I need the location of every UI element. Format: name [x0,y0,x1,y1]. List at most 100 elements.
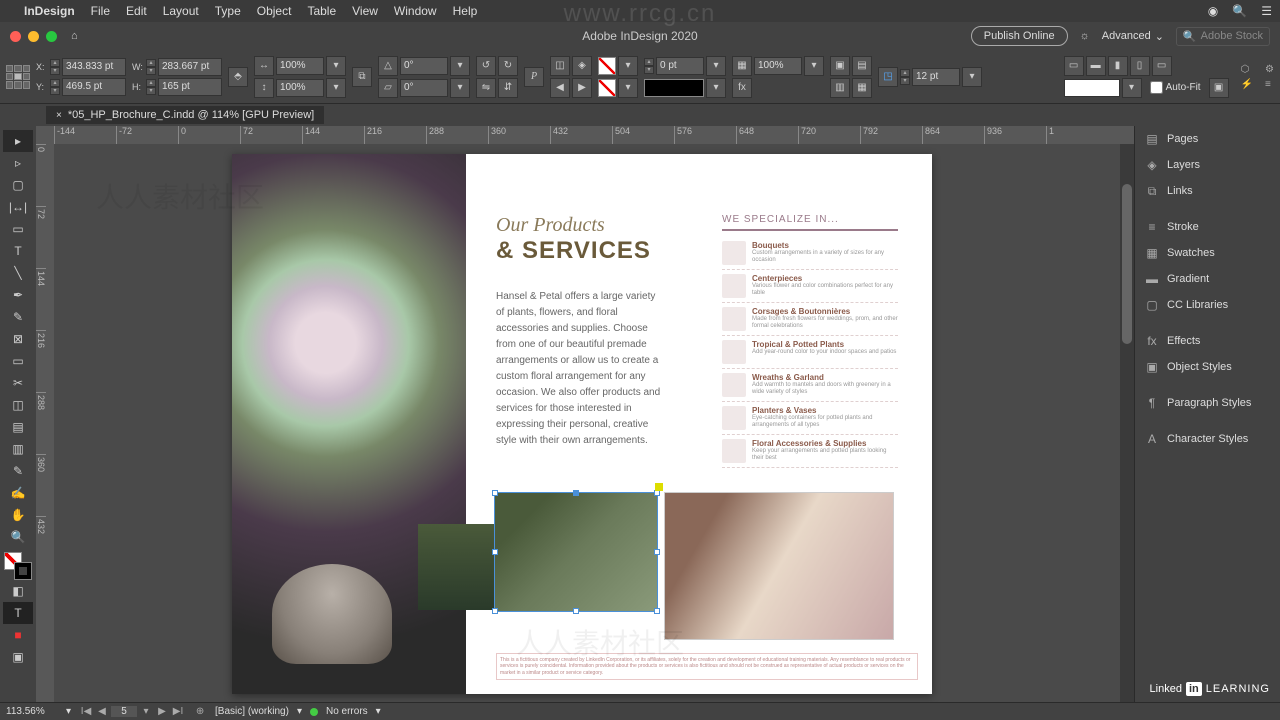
bridge-icon[interactable]: ⬡ [1241,64,1253,75]
select-next-icon[interactable]: ▶ [572,78,592,98]
home-icon[interactable]: ⌂ [71,30,78,42]
scissors-tool[interactable]: ✂ [3,372,33,394]
fill-swatch[interactable] [598,57,616,75]
preflight-profile[interactable]: [Basic] (working) [215,706,289,717]
dropdown-icon[interactable]: ▾ [326,78,346,98]
stroke-swatch[interactable] [598,79,616,97]
document-canvas[interactable]: -144-72072144216288360432504576648720792… [36,126,1134,702]
pages-panel-tab[interactable]: ▤Pages [1135,126,1280,152]
resize-handle[interactable] [492,608,498,614]
tips-icon[interactable]: ☼ [1080,30,1090,42]
small-photo-frame[interactable] [418,524,494,610]
autofit-checkbox[interactable]: Auto-Fit [1150,81,1201,94]
chevron-down-icon[interactable]: ▾ [376,706,381,717]
preflight-errors[interactable]: No errors [326,706,368,717]
fill-frame-icon[interactable]: ▮ [1108,56,1128,76]
ruler-origin[interactable] [36,126,54,144]
menu-object[interactable]: Object [257,4,292,18]
cc-libraries-panel-tab[interactable]: ▢CC Libraries [1135,292,1280,318]
rotate-cw-icon[interactable]: ↻ [498,56,518,76]
publish-online-button[interactable]: Publish Online [971,26,1068,46]
wrap-shape-icon[interactable]: ▥ [830,78,850,98]
link-scale-icon[interactable]: ⧉ [352,67,372,87]
wrap-jump-icon[interactable]: ▦ [852,78,872,98]
selection-tool[interactable]: ▸ [3,130,33,152]
swatches-panel-tab[interactable]: ▦Swatches [1135,240,1280,266]
zoom-level[interactable]: 113.56% [6,706,58,717]
object-style-select[interactable] [1064,79,1120,97]
panel-menu-icon[interactable]: ≡ [1265,79,1274,90]
height-input[interactable] [158,78,222,96]
dropdown-icon[interactable]: ▾ [706,56,726,76]
dropdown-icon[interactable]: ▾ [450,78,470,98]
gradient-feather-tool[interactable]: ▥ [3,438,33,460]
fit-prop-icon[interactable]: ▭ [1152,56,1172,76]
photo-frame-right[interactable] [664,492,894,640]
document-spread[interactable]: Our Products & SERVICES Hansel & Petal o… [232,154,932,694]
default-fill-stroke-icon[interactable]: ◧ [3,580,33,602]
reference-point-proxy[interactable] [6,65,30,89]
selected-image-frame[interactable] [494,492,658,612]
zoom-window-button[interactable] [46,31,57,42]
stroke-panel-tab[interactable]: ≡Stroke [1135,214,1280,240]
fill-stroke-proxy[interactable] [4,552,32,580]
links-panel-tab[interactable]: ⧉Links [1135,178,1280,204]
object-styles-panel-tab[interactable]: ▣Object Styles [1135,354,1280,380]
chevron-down-icon[interactable]: ▾ [297,706,302,717]
menu-edit[interactable]: Edit [126,4,147,18]
wrap-bbox-icon[interactable]: ▤ [852,56,872,76]
dropdown-icon[interactable]: ▾ [962,67,982,87]
eyedropper-tool[interactable]: ✍ [3,482,33,504]
spotlight-search-icon[interactable]: 🔍 [1232,4,1247,18]
gap-input[interactable] [912,68,960,86]
specialize-frame[interactable]: WE SPECIALIZE IN... BouquetsCustom arran… [722,214,898,468]
center-content-icon[interactable]: ▯ [1130,56,1150,76]
body-text-frame[interactable]: Hansel & Petal offers a large variety of… [496,289,666,449]
close-tab-icon[interactable]: × [56,110,62,121]
dropdown-icon[interactable]: ▾ [706,78,726,98]
close-window-button[interactable] [10,31,21,42]
x-position-input[interactable] [62,58,126,76]
menu-view[interactable]: View [352,4,378,18]
minimize-window-button[interactable] [28,31,39,42]
flip-v-icon[interactable]: ⇵ [498,78,518,98]
resize-handle[interactable] [654,608,660,614]
workspace-switcher[interactable]: Advanced⌄ [1102,30,1164,43]
chevron-down-icon[interactable]: ▾ [66,706,71,717]
pen-tool[interactable]: ✒ [3,284,33,306]
select-prev-icon[interactable]: ◀ [550,78,570,98]
menu-layout[interactable]: Layout [163,4,199,18]
resize-handle[interactable] [573,490,579,496]
layers-panel-tab[interactable]: ◈Layers [1135,152,1280,178]
stroke-style-select[interactable] [644,79,704,97]
next-page-button[interactable]: ▶ [155,706,169,717]
scroll-thumb[interactable] [1122,184,1132,344]
select-container-icon[interactable]: ◫ [550,56,570,76]
menu-type[interactable]: Type [215,4,241,18]
quick-apply-icon[interactable]: ⚡ [1241,79,1253,90]
width-input[interactable] [158,58,222,76]
menu-list-icon[interactable]: ☰ [1261,4,1272,18]
dropdown-icon[interactable]: ▾ [326,56,346,76]
page-left[interactable] [232,154,466,694]
scale-x-input[interactable] [276,57,324,75]
resize-handle[interactable] [573,608,579,614]
rotate-input[interactable] [400,57,448,75]
gear-icon[interactable]: ⚙ [1265,64,1274,75]
wrap-none-icon[interactable]: ▣ [830,56,850,76]
dropdown-icon[interactable]: ▾ [804,56,824,76]
page-dropdown-icon[interactable]: ▾ [139,706,153,717]
dropdown-icon[interactable]: ▾ [450,56,470,76]
shear-input[interactable] [400,79,448,97]
open-docs-icon[interactable]: ⊕ [193,706,207,717]
menu-file[interactable]: File [91,4,110,18]
zoom-tool[interactable]: 🔍 [3,526,33,548]
rotate-ccw-icon[interactable]: ↺ [476,56,496,76]
vertical-ruler[interactable]: 072144216288360432 [36,144,54,702]
fit-content-icon[interactable]: ▬ [1086,56,1106,76]
page-right[interactable]: Our Products & SERVICES Hansel & Petal o… [466,154,932,694]
first-page-button[interactable]: I◀ [79,706,93,717]
dropdown-icon[interactable]: ▾ [1122,78,1142,98]
pencil-tool[interactable]: ✎ [3,306,33,328]
character-styles-panel-tab[interactable]: ACharacter Styles [1135,426,1280,452]
